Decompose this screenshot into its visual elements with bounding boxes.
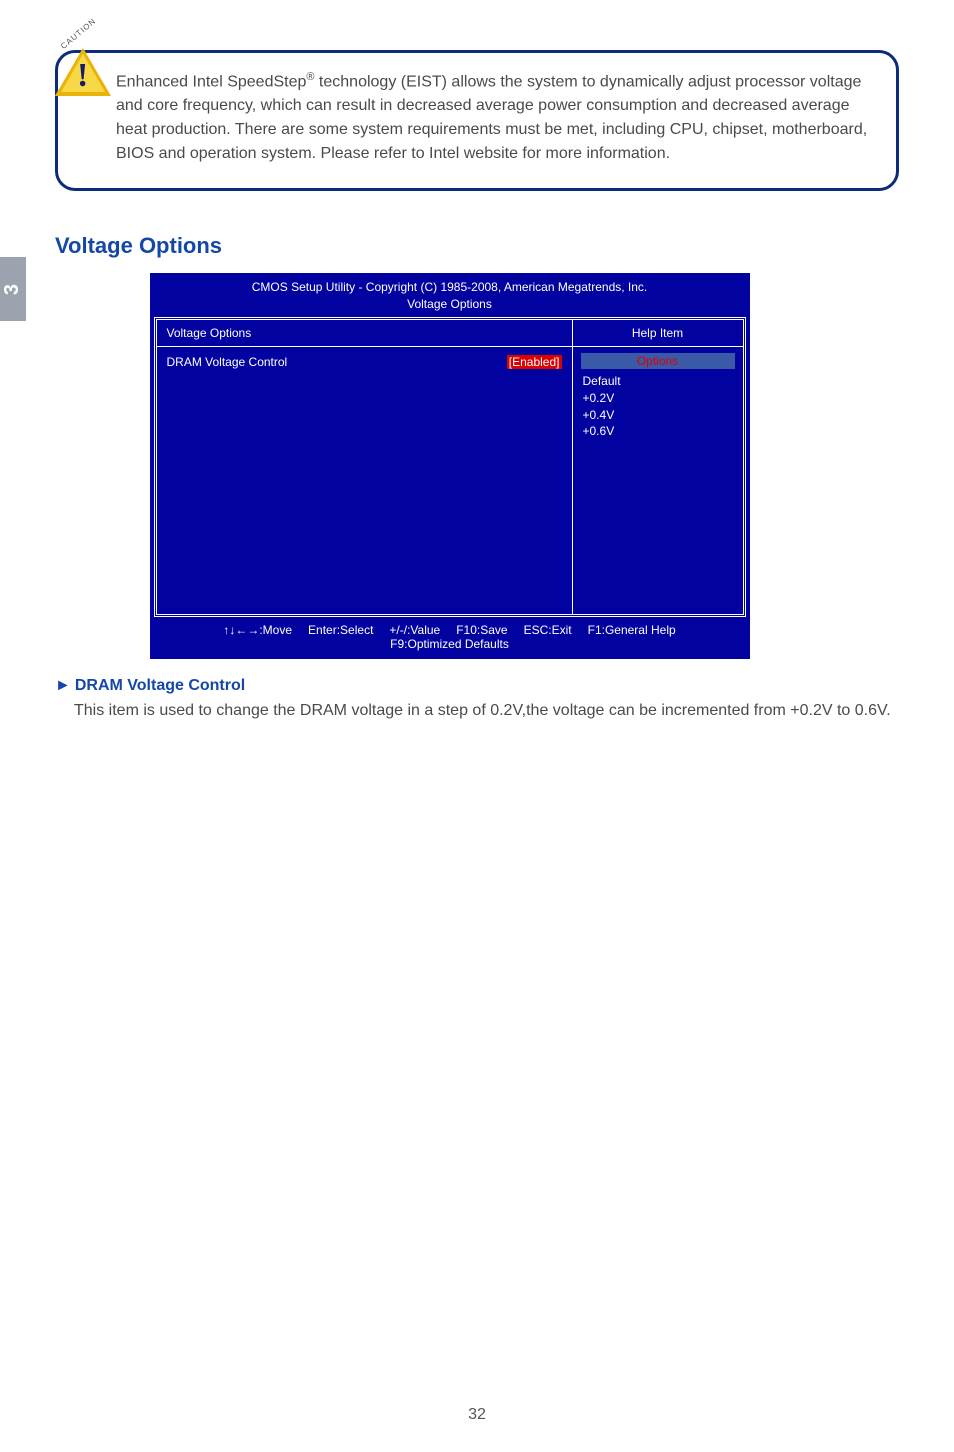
bios-hint-exit: ESC:Exit	[524, 623, 572, 637]
bios-option-item: +0.2V	[583, 390, 733, 407]
caution-label: CAUTION	[59, 16, 98, 51]
bios-option-item: Default	[583, 373, 733, 390]
subsection-heading: ►DRAM Voltage Control	[55, 677, 899, 695]
bios-header-line2: Voltage Options	[150, 296, 750, 313]
bios-hint-value: +/-/:Value	[389, 623, 440, 637]
section-title: Voltage Options	[55, 233, 899, 259]
caution-badge: CAUTION !	[51, 42, 115, 100]
chapter-number: 3	[2, 283, 25, 294]
bios-hint-select: Enter:Select	[308, 623, 373, 637]
bios-hint-defaults: F9:Optimized Defaults	[158, 637, 742, 651]
bios-body: Voltage Options DRAM Voltage Control [En…	[154, 317, 746, 617]
bios-option-item: +0.4V	[583, 407, 733, 424]
subsection-title: DRAM Voltage Control	[75, 677, 245, 694]
bios-left-title: Voltage Options	[157, 320, 572, 347]
bios-option-item: +0.6V	[583, 423, 733, 440]
subsection-body: This item is used to change the DRAM vol…	[74, 699, 894, 723]
bios-footer: ↑↓←→:Move Enter:Select +/-/:Value F10:Sa…	[150, 617, 750, 659]
bios-options-list: Default +0.2V +0.4V +0.6V	[581, 369, 735, 444]
exclamation-icon: !	[77, 57, 88, 95]
bios-screenshot: CMOS Setup Utility - Copyright (C) 1985-…	[150, 273, 750, 659]
bios-hint-help: F1:General Help	[588, 623, 676, 637]
bios-left-pane: Voltage Options DRAM Voltage Control [En…	[157, 320, 573, 614]
bios-option-value: [Enabled]	[507, 355, 562, 369]
bios-right-pane: Help Item Options Default +0.2V +0.4V +0…	[573, 320, 743, 614]
caution-text-part1: Enhanced Intel SpeedStep	[116, 73, 306, 90]
bios-options-box: Options Default +0.2V +0.4V +0.6V	[581, 353, 735, 444]
bios-hint-save: F10:Save	[456, 623, 507, 637]
bios-options-title: Options	[581, 353, 735, 369]
bios-option-label: DRAM Voltage Control	[167, 355, 507, 369]
bios-header: CMOS Setup Utility - Copyright (C) 1985-…	[150, 273, 750, 317]
caution-box-wrap: CAUTION ! Enhanced Intel SpeedStep® tech…	[55, 50, 899, 191]
bios-header-line1: CMOS Setup Utility - Copyright (C) 1985-…	[150, 279, 750, 296]
triangle-bullet-icon: ►	[55, 677, 71, 695]
caution-text-box: Enhanced Intel SpeedStep® technology (EI…	[55, 50, 899, 191]
page-number: 32	[0, 1406, 954, 1424]
bios-help-title: Help Item	[573, 320, 743, 347]
bios-hint-move: ↑↓←→:Move	[223, 623, 292, 637]
chapter-tab: 3	[0, 257, 26, 321]
bios-option-row: DRAM Voltage Control [Enabled]	[157, 347, 572, 377]
